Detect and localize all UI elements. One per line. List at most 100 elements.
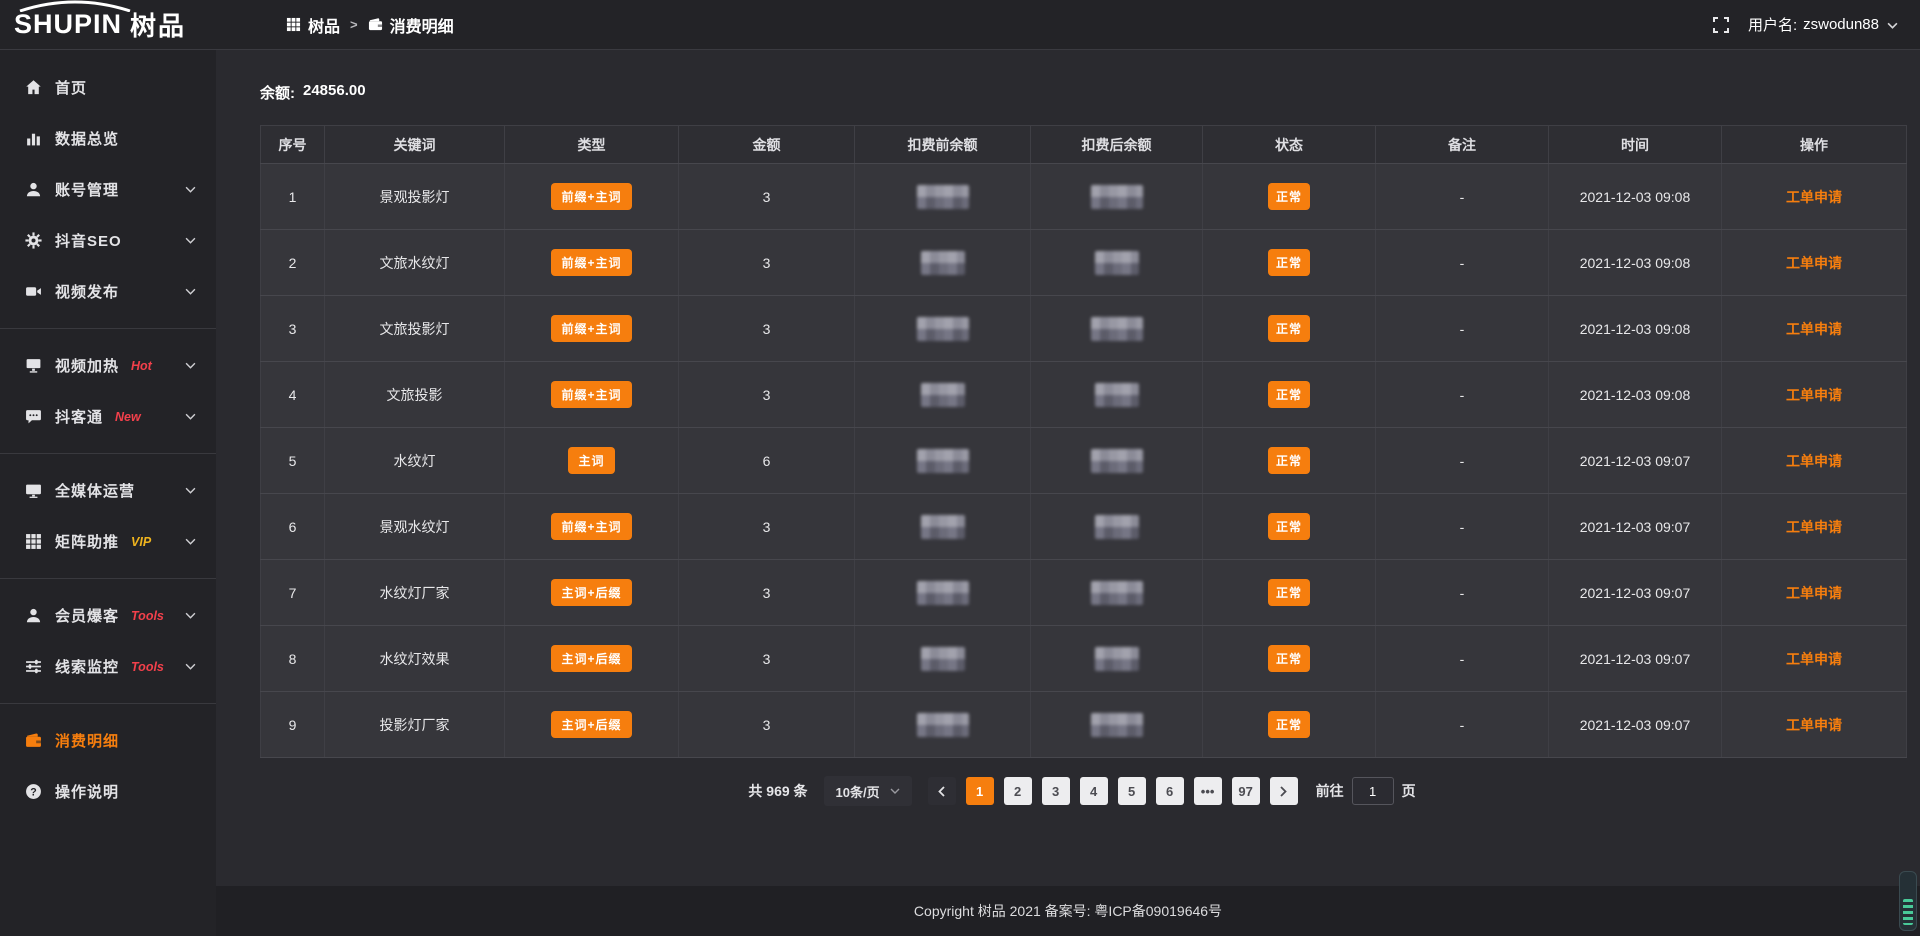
type-badge: 前缀+主词 xyxy=(551,381,631,408)
cell-action: 工单申请 xyxy=(1722,230,1907,296)
page-button-1[interactable]: 1 xyxy=(966,777,994,805)
sidebar-item-all-media[interactable]: 全媒体运营 xyxy=(0,465,216,516)
fullscreen-icon[interactable] xyxy=(1712,16,1730,34)
page-button-3[interactable]: 3 xyxy=(1042,777,1070,805)
cell-status: 正常 xyxy=(1203,692,1376,758)
cell-action: 工单申请 xyxy=(1722,296,1907,362)
masked-value xyxy=(917,581,969,605)
cell-seq: 9 xyxy=(261,692,325,758)
sidebar-item-badge: Tools xyxy=(131,660,164,674)
cell-remark: - xyxy=(1376,560,1549,626)
logo-text: SHUPIN xyxy=(14,9,122,39)
work-order-link[interactable]: 工单申请 xyxy=(1786,453,1842,469)
cell-amount: 3 xyxy=(679,626,855,692)
chevron-down-icon xyxy=(185,538,196,545)
sidebar-item-operation-guide[interactable]: ? 操作说明 xyxy=(0,766,216,817)
cell-keyword: 景观投影灯 xyxy=(325,164,505,230)
sidebar-item-douyin-seo[interactable]: 抖音SEO xyxy=(0,215,216,266)
sidebar-item-label: 抖音SEO xyxy=(55,230,122,251)
work-order-link[interactable]: 工单申请 xyxy=(1786,321,1842,337)
sidebar-item-data-overview[interactable]: 数据总览 xyxy=(0,113,216,164)
column-header: 状态 xyxy=(1203,126,1376,164)
cell-action: 工单申请 xyxy=(1722,560,1907,626)
cell-balance-after xyxy=(1031,428,1203,494)
chevron-down-icon xyxy=(185,487,196,494)
page-size-select[interactable]: 10条/页 xyxy=(824,776,912,806)
grid-icon xyxy=(286,17,301,32)
sidebar-item-consume-detail[interactable]: 消费明细 xyxy=(0,715,216,766)
cell-balance-before xyxy=(855,164,1031,230)
cell-remark: - xyxy=(1376,164,1549,230)
question-icon: ? xyxy=(25,783,42,800)
cell-type: 主词+后缀 xyxy=(505,626,679,692)
cell-type: 前缀+主词 xyxy=(505,362,679,428)
sidebar-item-account-manage[interactable]: 账号管理 xyxy=(0,164,216,215)
sidebar-item-douketong[interactable]: 抖客通 New xyxy=(0,391,216,442)
work-order-link[interactable]: 工单申请 xyxy=(1786,255,1842,271)
next-page-button[interactable] xyxy=(1270,777,1298,805)
work-order-link[interactable]: 工单申请 xyxy=(1786,189,1842,205)
user-menu[interactable]: 用户名: zswodun88 xyxy=(1748,14,1898,35)
cell-balance-before xyxy=(855,362,1031,428)
work-order-link[interactable]: 工单申请 xyxy=(1786,651,1842,667)
cell-seq: 5 xyxy=(261,428,325,494)
page-size-value: 10条/页 xyxy=(836,782,880,801)
page-ellipsis-button[interactable]: ••• xyxy=(1194,777,1222,805)
cell-amount: 3 xyxy=(679,560,855,626)
chevron-down-icon xyxy=(185,612,196,619)
page-button-4[interactable]: 4 xyxy=(1080,777,1108,805)
sidebar-item-clue-monitor[interactable]: 线索监控 Tools xyxy=(0,641,216,692)
cell-status: 正常 xyxy=(1203,494,1376,560)
sidebar-item-label: 首页 xyxy=(55,77,87,98)
home-icon xyxy=(25,79,42,96)
page-button-5[interactable]: 5 xyxy=(1118,777,1146,805)
sidebar-item-home[interactable]: 首页 xyxy=(0,62,216,113)
table-row: 9 投影灯厂家 主词+后缀 3 正常 - 2021-12-03 09:07 工单… xyxy=(261,692,1907,758)
cell-keyword: 文旅投影 xyxy=(325,362,505,428)
type-badge: 前缀+主词 xyxy=(551,315,631,342)
app-header: SHUPIN 树品 树品>消费明细 用户名: zswodun88 xyxy=(0,0,1920,50)
masked-value xyxy=(1091,185,1143,209)
floating-widget[interactable] xyxy=(1899,871,1917,931)
balance-value: 24856.00 xyxy=(303,82,366,103)
sidebar-item-matrix-boost[interactable]: 矩阵助推 VIP xyxy=(0,516,216,567)
cell-type: 前缀+主词 xyxy=(505,230,679,296)
work-order-link[interactable]: 工单申请 xyxy=(1786,717,1842,733)
brand-logo: SHUPIN 树品 xyxy=(0,6,216,43)
wallet-icon xyxy=(368,17,383,32)
cell-balance-after xyxy=(1031,626,1203,692)
breadcrumb-label: 消费明细 xyxy=(390,13,454,37)
cell-type: 主词 xyxy=(505,428,679,494)
sidebar-divider xyxy=(0,703,216,704)
sidebar-item-video-heat[interactable]: 视频加热 Hot xyxy=(0,340,216,391)
cell-amount: 3 xyxy=(679,494,855,560)
user-icon xyxy=(25,607,42,624)
table-row: 8 水纹灯效果 主词+后缀 3 正常 - 2021-12-03 09:07 工单… xyxy=(261,626,1907,692)
cell-action: 工单申请 xyxy=(1722,494,1907,560)
breadcrumb-item[interactable]: 消费明细 xyxy=(368,13,454,37)
page-button-6[interactable]: 6 xyxy=(1156,777,1184,805)
cell-time: 2021-12-03 09:07 xyxy=(1549,428,1722,494)
cell-remark: - xyxy=(1376,626,1549,692)
gear-icon xyxy=(25,232,42,249)
main-area: 余额: 24856.00 序号关键词类型金额扣费前余额扣费后余额状态备注时间操作… xyxy=(216,50,1920,936)
work-order-link[interactable]: 工单申请 xyxy=(1786,387,1842,403)
column-header: 操作 xyxy=(1722,126,1907,164)
column-header: 类型 xyxy=(505,126,679,164)
work-order-link[interactable]: 工单申请 xyxy=(1786,585,1842,601)
goto-page-input[interactable] xyxy=(1352,777,1394,805)
cell-type: 主词+后缀 xyxy=(505,692,679,758)
work-order-link[interactable]: 工单申请 xyxy=(1786,519,1842,535)
cell-type: 前缀+主词 xyxy=(505,494,679,560)
cell-amount: 3 xyxy=(679,362,855,428)
page-button-97[interactable]: 97 xyxy=(1232,777,1260,805)
cell-keyword: 文旅水纹灯 xyxy=(325,230,505,296)
page-button-2[interactable]: 2 xyxy=(1004,777,1032,805)
masked-value xyxy=(921,251,965,275)
table-row: 1 景观投影灯 前缀+主词 3 正常 - 2021-12-03 09:08 工单… xyxy=(261,164,1907,230)
sidebar-item-member-burst[interactable]: 会员爆客 Tools xyxy=(0,590,216,641)
sidebar-item-video-publish[interactable]: 视频发布 xyxy=(0,266,216,317)
breadcrumb-item[interactable]: 树品 xyxy=(286,13,340,37)
cell-seq: 8 xyxy=(261,626,325,692)
prev-page-button[interactable] xyxy=(928,777,956,805)
